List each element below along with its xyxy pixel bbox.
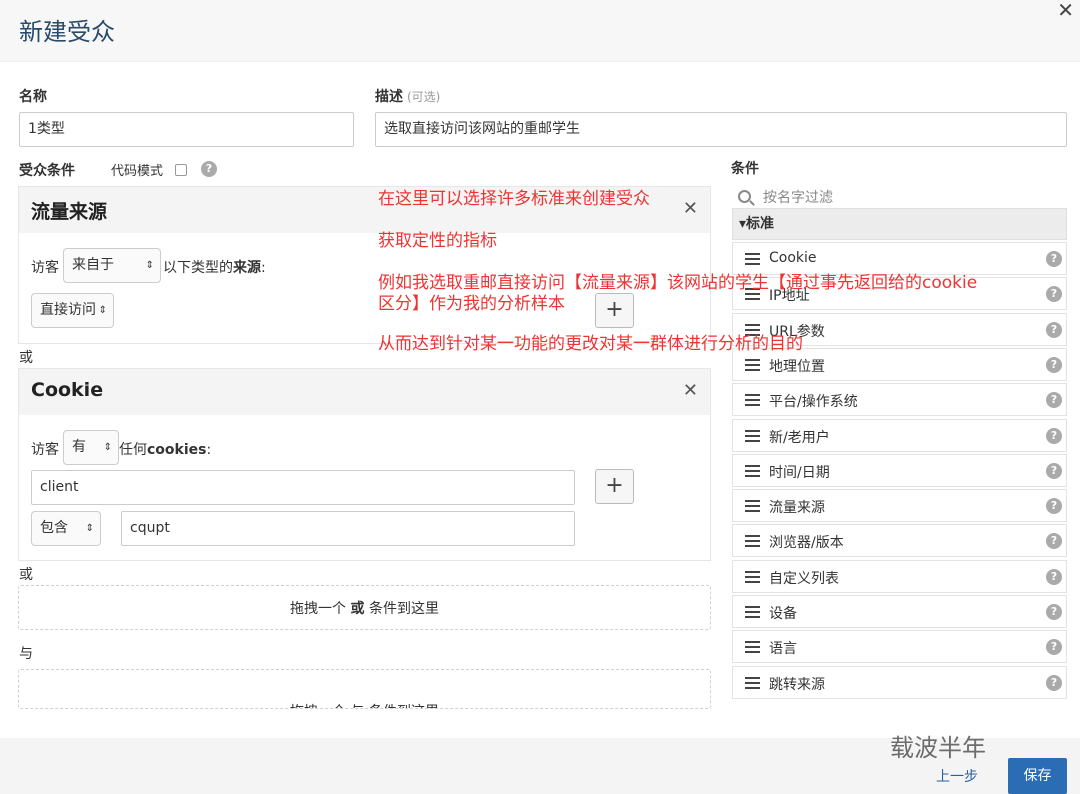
- search-icon: [738, 190, 751, 203]
- condition-item-label: 跳转来源: [769, 676, 825, 693]
- cookie-name-input[interactable]: client: [31, 470, 575, 505]
- code-mode-label: 代码模式: [111, 164, 164, 179]
- condition-item[interactable]: 流量来源?: [732, 489, 1067, 523]
- drag-handle-icon[interactable]: [745, 641, 760, 654]
- or-label: 或: [19, 350, 33, 366]
- drag-handle-icon[interactable]: [745, 676, 760, 689]
- condition-item[interactable]: 跳转来源?: [732, 665, 1067, 699]
- description-label: 描述 (可选): [375, 89, 441, 105]
- standard-group-header[interactable]: ▾标准: [732, 208, 1067, 240]
- save-button[interactable]: 保存: [1008, 758, 1067, 794]
- condition-item-label: 设备: [769, 606, 797, 622]
- drag-handle-icon[interactable]: [745, 606, 760, 618]
- remove-condition-icon[interactable]: ✕: [683, 198, 698, 219]
- condition-title: Cookie: [31, 379, 104, 401]
- or-label: 或: [19, 567, 33, 583]
- filter-input[interactable]: 按名字过滤: [763, 187, 833, 207]
- description-input[interactable]: 选取直接访问该网站的重邮学生: [375, 112, 1067, 147]
- help-icon[interactable]: ?: [1046, 251, 1062, 267]
- annotation-text: 获取定性的指标: [378, 231, 497, 251]
- new-audience-dialog: 新建受众 ✕ 名称 1类型 描述 (可选) 选取直接访问该网站的重邮学生 受众条件…: [0, 0, 1080, 794]
- or-drop-zone[interactable]: 拖拽一个 或 条件到这里: [18, 585, 711, 630]
- condition-item[interactable]: 自定义列表?: [732, 559, 1067, 593]
- condition-list: Cookie? IP地址? URL参数? 地理位置? 平台/操作系统? 新/老用户? 时间/…: [732, 242, 1067, 706]
- help-icon[interactable]: ?: [1046, 356, 1062, 373]
- add-source-button[interactable]: +: [595, 293, 634, 328]
- code-mode-checkbox[interactable]: [175, 164, 187, 176]
- condition-title: 流量来源: [31, 201, 108, 223]
- condition-item-label: 地理位置: [769, 358, 825, 375]
- help-icon[interactable]: ?: [1046, 533, 1062, 550]
- conditions-panel-title: 条件: [731, 161, 759, 177]
- help-icon[interactable]: ?: [1046, 462, 1062, 479]
- previous-step-button[interactable]: 上一步: [936, 766, 978, 786]
- help-icon[interactable]: ?: [201, 161, 217, 177]
- help-icon[interactable]: ?: [1046, 604, 1062, 620]
- cookie-value-input[interactable]: cqupt: [121, 511, 575, 546]
- condition-item[interactable]: 新/老用户?: [732, 418, 1067, 452]
- help-icon[interactable]: ?: [1046, 568, 1062, 585]
- and-drop-zone[interactable]: 拖拽一个 与 条件到这里: [18, 669, 711, 709]
- help-icon[interactable]: ?: [1046, 639, 1062, 656]
- visitor-label: 访客: [31, 442, 59, 458]
- condition-item-label: 流量来源: [769, 500, 825, 517]
- help-icon[interactable]: ?: [1046, 674, 1062, 691]
- condition-item[interactable]: 时间/日期?: [732, 453, 1067, 487]
- condition-item[interactable]: 平台/操作系统?: [732, 383, 1067, 417]
- condition-item-label: 新/老用户: [769, 429, 830, 446]
- operator-select[interactable]: 来自于 ⇕: [63, 248, 161, 283]
- condition-header: Cookie ✕: [19, 369, 710, 415]
- and-label: 与: [19, 646, 33, 662]
- cookies-text: 任何cookies:: [119, 442, 212, 458]
- help-icon[interactable]: ?: [1046, 498, 1062, 515]
- add-cookie-button[interactable]: +: [595, 469, 634, 504]
- drag-handle-icon[interactable]: [745, 253, 760, 265]
- match-operator-select[interactable]: 包含 ⇕: [31, 511, 101, 546]
- source-type-text: 以下类型的来源:: [163, 260, 266, 276]
- drag-handle-icon[interactable]: [745, 570, 760, 583]
- drag-handle-icon[interactable]: [745, 429, 760, 442]
- description-optional: (可选): [407, 90, 441, 104]
- remove-condition-icon[interactable]: ✕: [683, 380, 698, 401]
- annotation-text: 区分】作为我的分析样本: [378, 294, 565, 314]
- name-input[interactable]: 1类型: [19, 112, 354, 147]
- dialog-title: 新建受众: [19, 18, 115, 46]
- drop-zone-text: 拖拽一个 与 条件到这里: [19, 701, 710, 708]
- condition-item-label: 浏览器/版本: [769, 535, 844, 552]
- condition-item-label: 平台/操作系统: [769, 394, 858, 411]
- has-operator-select[interactable]: 有 ⇕: [63, 430, 119, 465]
- drag-handle-icon[interactable]: [745, 394, 760, 407]
- help-icon[interactable]: ?: [1046, 321, 1062, 338]
- name-label: 名称: [19, 89, 47, 105]
- visitor-label: 访客: [31, 260, 59, 276]
- watermark: 载波半年: [890, 734, 986, 762]
- select-arrows-icon: ⇕: [85, 523, 94, 534]
- audience-conditions-label: 受众条件: [19, 163, 75, 179]
- help-icon[interactable]: ?: [1046, 392, 1062, 409]
- annotation-text: 从而达到针对某一功能的更改对某一群体进行分析的目的: [378, 334, 803, 354]
- close-icon[interactable]: ✕: [1057, 0, 1074, 22]
- help-icon[interactable]: ?: [1046, 427, 1062, 444]
- drop-zone-text: 拖拽一个 或 条件到这里: [290, 601, 439, 617]
- condition-item-label: 自定义列表: [769, 570, 839, 587]
- condition-item-label: 时间/日期: [769, 464, 830, 481]
- condition-item-label: 语言: [769, 641, 797, 658]
- annotation-text: 在这里可以选择许多标准来创建受众: [378, 189, 650, 209]
- condition-item[interactable]: 语言?: [732, 630, 1067, 664]
- help-icon[interactable]: ?: [1046, 286, 1062, 303]
- drag-handle-icon[interactable]: [745, 358, 760, 371]
- condition-item-label: Cookie: [769, 250, 817, 266]
- condition-item[interactable]: 设备?: [732, 595, 1067, 628]
- drag-handle-icon[interactable]: [745, 464, 760, 477]
- dialog-header: 新建受众 ✕: [0, 0, 1080, 62]
- condition-item[interactable]: 浏览器/版本?: [732, 524, 1067, 558]
- cookie-condition: Cookie ✕ 访客 有 ⇕ 任何cookies: client 包含 ⇕ cqu…: [18, 368, 711, 561]
- drag-handle-icon[interactable]: [745, 500, 760, 513]
- drag-handle-icon[interactable]: [745, 535, 760, 548]
- select-arrows-icon: ⇕: [98, 305, 107, 316]
- select-arrows-icon: ⇕: [145, 260, 154, 271]
- select-arrows-icon: ⇕: [103, 442, 112, 453]
- source-select[interactable]: 直接访问 ⇕: [31, 293, 114, 328]
